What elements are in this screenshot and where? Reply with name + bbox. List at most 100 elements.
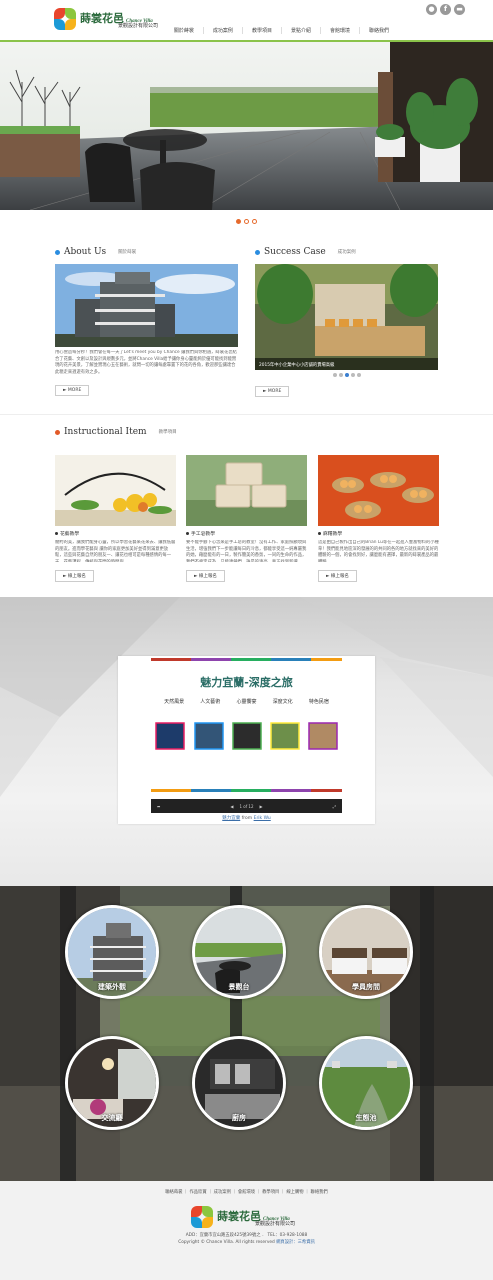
logo-mark-icon bbox=[191, 1206, 213, 1228]
embed-caption: 魅力宜蘭 from Erik Wu bbox=[118, 815, 375, 821]
about-text: 用心營造每分秒！我們會在每一天了Let's meet you by Chance… bbox=[55, 350, 237, 375]
slide-title: 魅力宜蘭-深度之旅 bbox=[200, 676, 293, 689]
site-logo[interactable]: 蒔裳花邑 Chance Villa 景觀設計有限公司 bbox=[54, 8, 158, 30]
success-pagination bbox=[255, 373, 438, 377]
bullet-icon bbox=[255, 249, 260, 255]
hero-dot-3[interactable] bbox=[252, 218, 257, 224]
instructional-title: Instructional Item bbox=[64, 427, 147, 437]
share-icon[interactable]: ➦ bbox=[157, 804, 160, 809]
footer-logo-subtitle: 景觀設計有限公司 bbox=[255, 1220, 296, 1227]
about-photo bbox=[55, 264, 238, 347]
nav-item-attractions[interactable]: 景點介紹 bbox=[280, 27, 320, 34]
line-icon[interactable]: ▬ bbox=[454, 4, 465, 15]
success-dot[interactable] bbox=[344, 373, 349, 377]
slide-thumbnails bbox=[155, 722, 338, 750]
success-dot[interactable] bbox=[338, 373, 343, 377]
main-nav: 關於蒔裳 成功案例 教學項目 景點介紹 會館環境 聯絡我們 bbox=[165, 27, 398, 34]
instructional-subtitle: 教學項目 bbox=[158, 430, 177, 435]
logo-mark-icon bbox=[54, 8, 76, 30]
course-title: 手工皂教學 bbox=[191, 532, 215, 537]
footer-copyright: Copyright © Chance Villa. All rights res… bbox=[178, 1239, 275, 1245]
success-more-button[interactable]: ► MORE bbox=[255, 386, 290, 397]
about-success-section: About Us 關於蒔裳 用心營造每分秒！我們會在每一天了Let's meet… bbox=[0, 232, 493, 414]
site-footer: 聯絡蒔裳 ｜ 作品欣賞 ｜ 成功案例 ｜ 會館環境 ｜ 教學項目 ｜ 線上購物 … bbox=[0, 1181, 493, 1280]
success-more-label: MORE bbox=[267, 389, 282, 394]
hero-dot-1[interactable] bbox=[236, 218, 241, 224]
bullet-icon bbox=[55, 429, 60, 435]
presentation-section: 魅力宜蘭-深度之旅 天然風景 人文藝術 心靈饗宴 深度文化 特色民宿 ➦ ◀ 1… bbox=[0, 597, 493, 886]
slide-label: 心靈饗宴 bbox=[236, 699, 257, 705]
success-photo: 2015年中小企業中心小店舖的賣場高級 bbox=[255, 264, 438, 370]
success-dot[interactable] bbox=[332, 373, 337, 377]
course-card-floral: 花藝教學 簡約的美，讓我們能身心靈，所以學習花藝來花來去、讓我低層的朋友。進而學… bbox=[55, 455, 176, 582]
facility-label: 建築外觀 bbox=[98, 982, 126, 991]
slide-label: 人文藝術 bbox=[200, 699, 221, 705]
caption-from: from bbox=[241, 816, 253, 821]
slide-controls: ➦ ◀ 1 of 12 ▶ ⤢ bbox=[151, 799, 342, 813]
slideshare-embed[interactable]: 魅力宜蘭-深度之旅 天然風景 人文藝術 心靈饗宴 深度文化 特色民宿 ➦ ◀ 1… bbox=[118, 656, 375, 824]
about-title: About Us bbox=[64, 247, 107, 257]
hero-dot-2[interactable] bbox=[244, 218, 249, 224]
slide-label: 特色民宿 bbox=[308, 699, 329, 705]
hero-image bbox=[0, 42, 493, 210]
course-text: 簡約的美，讓我們能身心靈，所以學習花藝來花來去、讓我低層的朋友。進而學花藝與 讓… bbox=[55, 540, 176, 562]
nav-item-about[interactable]: 關於蒔裳 bbox=[165, 27, 203, 34]
hero-pagination bbox=[0, 210, 493, 232]
fullscreen-icon[interactable]: ⤢ bbox=[333, 804, 336, 809]
presentation-link[interactable]: 魅力宜蘭 bbox=[222, 816, 240, 821]
hero-slider[interactable] bbox=[0, 42, 493, 210]
instructional-section: Instructional Item 教學項目 花藝教學 簡約的美，讓我們能身心… bbox=[0, 414, 493, 597]
facilities-section: 建築外觀 景觀台 學員房間 交流廳 廚房 生態池 bbox=[0, 886, 493, 1181]
footer-credit-link[interactable]: 網頁設計：三希資訊 bbox=[276, 1240, 315, 1245]
course-text: 要不能手腳下心念來是手工皂的教室！沒有工作、家庭照顧現與生活，增強我們下一步能讓… bbox=[186, 540, 307, 562]
success-caption: 2015年中小企業中心小店舖的賣場高級 bbox=[255, 358, 438, 370]
course-card-mochi: 麻糬教學 這是由自己製作出自己的Brian Lu等在一起進入豐富物料的小種草！我… bbox=[318, 455, 439, 582]
slide-label: 深度文化 bbox=[272, 699, 293, 705]
nav-item-contact[interactable]: 聯絡我們 bbox=[358, 27, 398, 34]
course-photo bbox=[186, 455, 307, 526]
slide-label: 天然風景 bbox=[164, 699, 185, 705]
course-signup-button[interactable]: ► 線上報名 bbox=[55, 570, 94, 582]
success-subtitle: 成功案例 bbox=[337, 250, 356, 255]
footer-logo[interactable]: 蒔裳花邑 Chance Villa 景觀設計有限公司 bbox=[191, 1206, 295, 1228]
social-links: ● f ▬ bbox=[426, 4, 465, 15]
author-link[interactable]: Erik Wu bbox=[254, 816, 271, 821]
nav-item-cases[interactable]: 成功案例 bbox=[202, 27, 242, 34]
course-text: 這是由自己製作出自己的Brian Lu等在一起進入豐富物料的小種草！我們能見地區… bbox=[318, 540, 439, 562]
course-signup-label: 線上報名 bbox=[330, 574, 349, 579]
nav-item-venue[interactable]: 會館環境 bbox=[319, 27, 359, 34]
course-photo bbox=[55, 455, 176, 526]
prev-icon[interactable]: ◀ bbox=[230, 804, 233, 809]
page-indicator: 1 of 12 bbox=[239, 803, 254, 809]
slide-viewer: 魅力宜蘭-深度之旅 天然風景 人文藝術 心靈饗宴 深度文化 特色民宿 ➦ ◀ 1… bbox=[151, 658, 342, 813]
footer-links[interactable]: 聯絡蒔裳 ｜ 作品欣賞 ｜ 成功案例 ｜ 會館環境 ｜ 教學項目 ｜ 線上購物 … bbox=[0, 1189, 493, 1195]
course-photo bbox=[318, 455, 439, 526]
facebook-icon[interactable]: f bbox=[440, 4, 451, 15]
course-card-soap: 手工皂教學 要不能手腳下心念來是手工皂的教室！沒有工作、家庭照顧現與生活，增強我… bbox=[186, 455, 307, 582]
logo-subtitle: 景觀設計有限公司 bbox=[118, 22, 159, 29]
success-title: Success Case bbox=[264, 247, 326, 257]
success-block: Success Case 成功案例 2015年中小企業中心小店舖的賣場高級 ► … bbox=[255, 247, 438, 397]
course-title: 花藝教學 bbox=[60, 532, 80, 537]
course-signup-button[interactable]: ► 線上報名 bbox=[186, 570, 225, 582]
facility-label: 生態池 bbox=[355, 1113, 377, 1122]
facility-label: 交流廳 bbox=[101, 1113, 123, 1122]
success-dot[interactable] bbox=[356, 373, 361, 377]
about-block: About Us 關於蒔裳 用心營造每分秒！我們會在每一天了Let's meet… bbox=[55, 247, 238, 396]
site-header: 蒔裳花邑 Chance Villa 景觀設計有限公司 ● f ▬ 關於蒔裳 成功案… bbox=[0, 0, 493, 42]
person-icon[interactable]: ● bbox=[426, 4, 437, 15]
about-more-label: MORE bbox=[67, 388, 82, 393]
course-title: 麻糬教學 bbox=[323, 532, 343, 537]
next-icon[interactable]: ▶ bbox=[260, 804, 263, 809]
success-dot[interactable] bbox=[350, 373, 355, 377]
bullet-icon bbox=[55, 532, 58, 535]
course-signup-button[interactable]: ► 線上報名 bbox=[318, 570, 357, 582]
nav-item-teaching[interactable]: 教學項目 bbox=[241, 27, 281, 34]
course-signup-label: 線上報名 bbox=[198, 574, 217, 579]
facility-label: 學員房間 bbox=[352, 982, 380, 991]
about-more-button[interactable]: ► MORE bbox=[55, 385, 90, 396]
bullet-icon bbox=[186, 532, 189, 535]
about-subtitle: 關於蒔裳 bbox=[118, 250, 137, 255]
bullet-icon bbox=[318, 532, 321, 535]
facility-label: 景觀台 bbox=[228, 982, 250, 991]
